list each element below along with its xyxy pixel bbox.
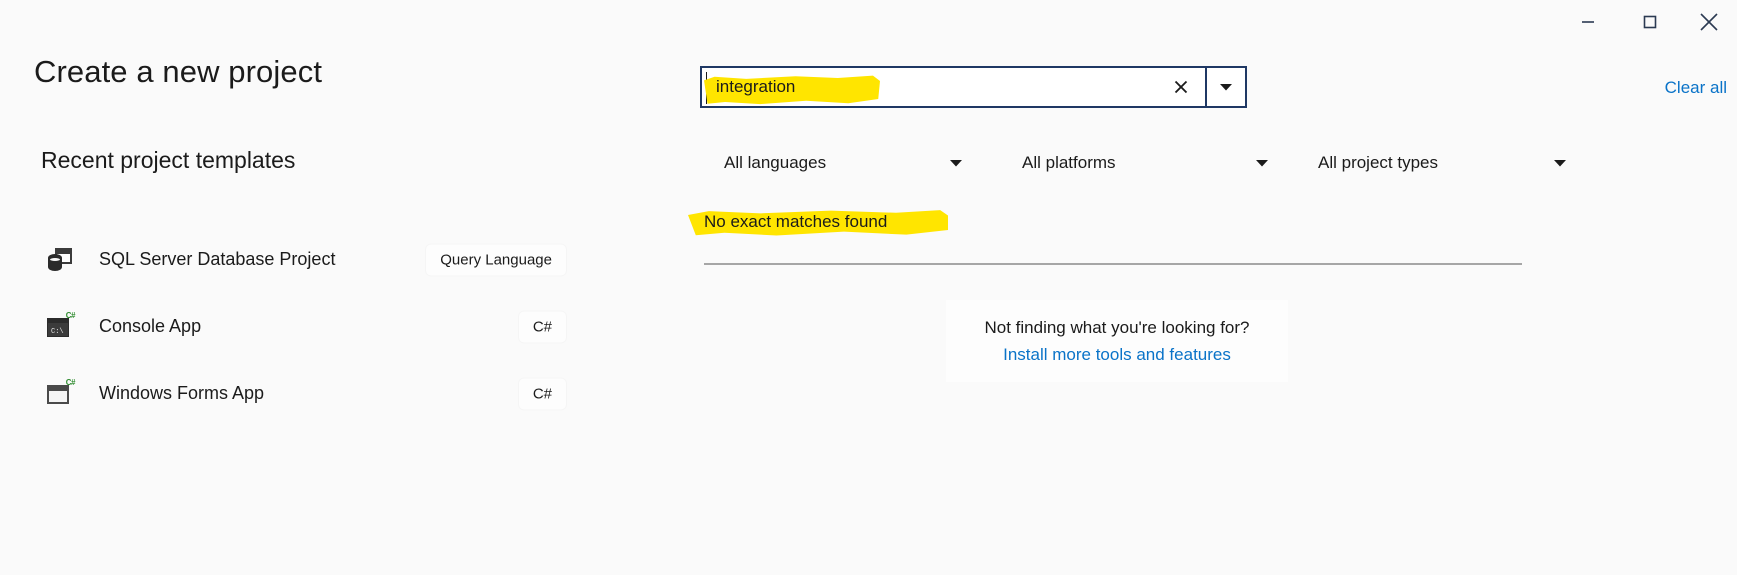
recent-templates-list: SQL Server Database Project Query Langua…: [41, 226, 566, 427]
windows-forms-app-icon: C#: [47, 378, 76, 407]
install-tools-card: Not finding what you're looking for? Ins…: [946, 300, 1288, 382]
search-input[interactable]: integration: [700, 66, 1247, 108]
clear-search-button[interactable]: [1161, 68, 1201, 106]
filter-row: All languages All platforms All project …: [700, 142, 1727, 184]
console-app-icon: C:\ C#: [47, 311, 76, 340]
list-item-label: Windows Forms App: [99, 383, 265, 403]
search-history-dropdown-button[interactable]: [1205, 68, 1245, 106]
search-input-value: integration: [716, 77, 796, 96]
search-row: integration Clear all: [700, 66, 1727, 112]
clear-all-link[interactable]: Clear all: [1665, 78, 1727, 98]
right-panel: integration Clear all All languages All …: [688, 0, 1737, 575]
project-type-filter-label: All project types: [1318, 153, 1438, 172]
chevron-down-icon: [1256, 154, 1268, 172]
list-item-tag: C#: [518, 378, 566, 409]
results-divider: [704, 263, 1522, 265]
install-more-tools-link[interactable]: Install more tools and features: [1003, 345, 1231, 365]
chevron-down-icon: [1220, 84, 1232, 91]
no-exact-matches-label: No exact matches found: [704, 212, 888, 231]
close-icon: [1174, 80, 1188, 94]
list-item-label: Console App: [99, 316, 202, 336]
list-item-tag: C#: [518, 311, 566, 342]
platform-filter[interactable]: All platforms: [1012, 142, 1312, 184]
list-item[interactable]: SQL Server Database Project Query Langua…: [41, 226, 566, 293]
platform-filter-label: All platforms: [1022, 153, 1116, 172]
list-item-tag: Query Language: [426, 244, 566, 275]
recent-templates-heading: Recent project templates: [41, 147, 296, 173]
no-exact-matches-message: No exact matches found: [688, 208, 948, 238]
language-filter[interactable]: All languages: [714, 142, 1004, 184]
chevron-down-icon: [950, 154, 962, 172]
list-item-label: SQL Server Database Project: [99, 249, 336, 269]
chevron-down-icon: [1554, 154, 1566, 172]
left-panel: Create a new project Recent project temp…: [0, 44, 690, 575]
list-item[interactable]: C# Windows Forms App C#: [41, 360, 566, 427]
project-type-filter[interactable]: All project types: [1308, 142, 1608, 184]
page-title: Create a new project: [34, 54, 323, 89]
language-filter-label: All languages: [724, 153, 827, 172]
list-item[interactable]: C:\ C# Console App C#: [41, 293, 566, 360]
sql-server-database-icon: [47, 247, 73, 273]
install-tools-question: Not finding what you're looking for?: [984, 317, 1250, 337]
